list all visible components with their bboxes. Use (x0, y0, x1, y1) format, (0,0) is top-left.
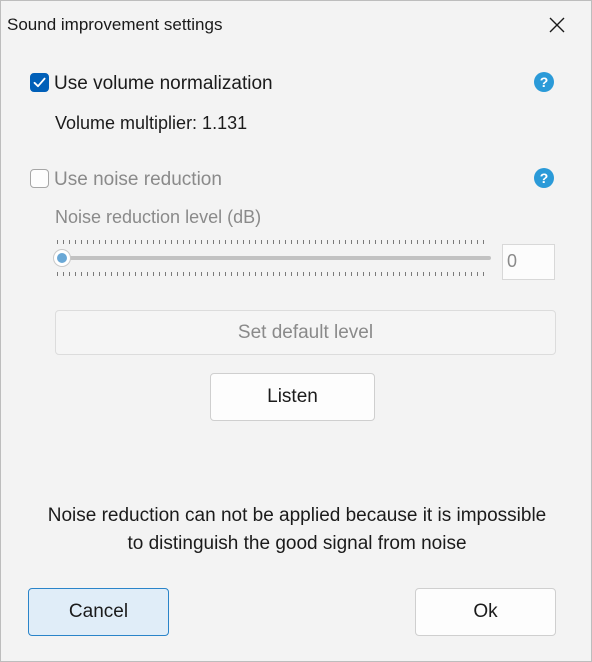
close-icon (549, 17, 565, 33)
slider-thumb-dot (57, 253, 67, 263)
sound-improvement-dialog: Sound improvement settings Use volume no… (0, 0, 592, 662)
help-icon[interactable]: ? (534, 168, 554, 188)
checkmark-icon (33, 77, 46, 88)
title-bar: Sound improvement settings (1, 1, 591, 51)
slider-track (57, 256, 491, 260)
ok-button[interactable]: Ok (415, 588, 556, 636)
listen-button[interactable]: Listen (210, 373, 375, 421)
volume-normalization-checkbox[interactable] (30, 73, 49, 92)
set-default-level-button[interactable]: Set default level (55, 310, 556, 355)
volume-multiplier-text: Volume multiplier: 1.131 (55, 113, 248, 133)
volume-normalization-label[interactable]: Use volume normalization (54, 73, 273, 95)
noise-level-input[interactable]: 0 (502, 244, 555, 280)
slider-thumb[interactable] (53, 249, 71, 267)
info-message-line: to distinguish the good signal from nois… (127, 533, 467, 554)
noise-level-label: Noise reduction level (dB) (55, 207, 262, 227)
noise-level-slider[interactable] (53, 239, 493, 279)
dialog-title: Sound improvement settings (7, 15, 223, 34)
cancel-button[interactable]: Cancel (28, 588, 169, 636)
noise-reduction-label[interactable]: Use noise reduction (54, 169, 222, 191)
close-button[interactable] (537, 7, 577, 43)
info-message-line: Noise reduction can not be applied becau… (47, 505, 547, 526)
noise-reduction-checkbox[interactable] (30, 169, 49, 188)
help-icon[interactable]: ? (534, 72, 554, 92)
info-message: Noise reduction can not be applied becau… (21, 502, 573, 558)
slider-ticks-bottom (57, 272, 489, 276)
slider-ticks-top (57, 240, 489, 244)
